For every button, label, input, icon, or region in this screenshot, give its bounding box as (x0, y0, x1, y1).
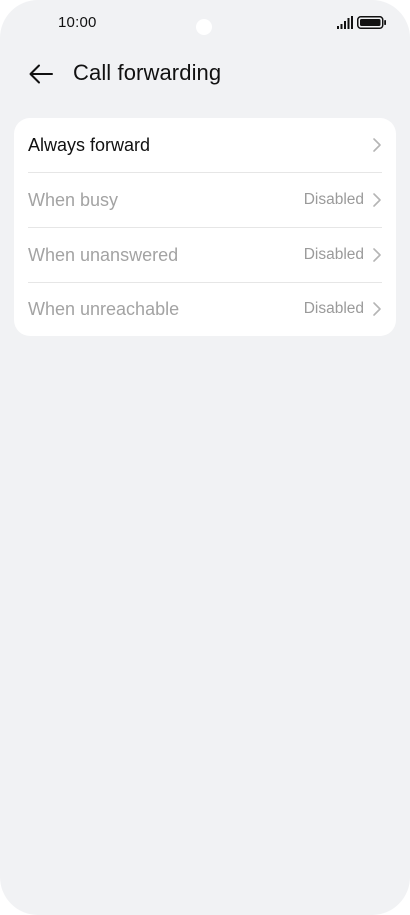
option-status: Disabled (303, 300, 364, 317)
option-always-forward[interactable]: Always forward (14, 118, 396, 172)
option-when-busy[interactable]: When busy Disabled (14, 173, 396, 227)
option-when-unanswered[interactable]: When unanswered Disabled (14, 228, 396, 282)
option-label: When unreachable (28, 298, 180, 319)
page-title: Call forwarding (73, 60, 222, 85)
front-camera (196, 19, 212, 35)
status-bar: 10:00 (0, 0, 410, 48)
option-label: Always forward (28, 134, 151, 155)
chevron-right-icon (373, 193, 381, 207)
option-status: Disabled (303, 246, 364, 263)
app-header: Call forwarding (0, 52, 410, 96)
status-time: 10:00 (58, 14, 97, 31)
option-when-unreachable[interactable]: When unreachable Disabled (14, 282, 396, 336)
chevron-right-icon (373, 248, 381, 262)
option-status: Disabled (303, 191, 364, 208)
arrow-left-icon (29, 64, 53, 84)
battery-icon (357, 16, 386, 29)
signal-bars-icon (337, 16, 353, 29)
option-label: When unanswered (28, 244, 179, 265)
back-button[interactable] (26, 59, 56, 89)
option-label: When busy (28, 189, 119, 210)
chevron-right-icon (373, 138, 381, 152)
chevron-right-icon (373, 302, 381, 316)
forwarding-options-card: Always forward When busy Disabled When u… (14, 118, 396, 336)
phone-screen: 10:00 Call forwarding Always forward Whe… (0, 0, 410, 915)
